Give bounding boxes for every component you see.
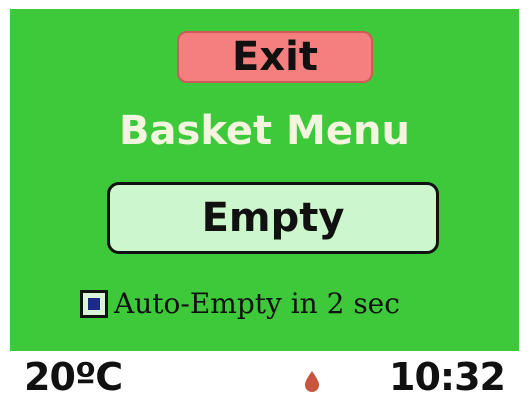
- empty-button[interactable]: Empty: [107, 182, 439, 254]
- clock-readout: 10:32: [389, 355, 506, 399]
- status-bar: 20ºC 10:32: [10, 351, 519, 399]
- auto-empty-option[interactable]: Auto-Empty in 2 sec: [80, 284, 400, 324]
- menu-title: Basket Menu: [119, 108, 410, 154]
- temperature-readout: 20ºC: [24, 355, 123, 399]
- auto-empty-checkbox[interactable]: [80, 290, 108, 318]
- auto-empty-label: Auto-Empty in 2 sec: [114, 287, 400, 320]
- droplet-icon: [305, 371, 319, 392]
- exit-button[interactable]: Exit: [177, 31, 373, 83]
- basket-menu-screen: Exit Basket Menu Empty Auto-Empty in 2 s…: [10, 9, 519, 399]
- checkbox-check-mark: [88, 298, 100, 310]
